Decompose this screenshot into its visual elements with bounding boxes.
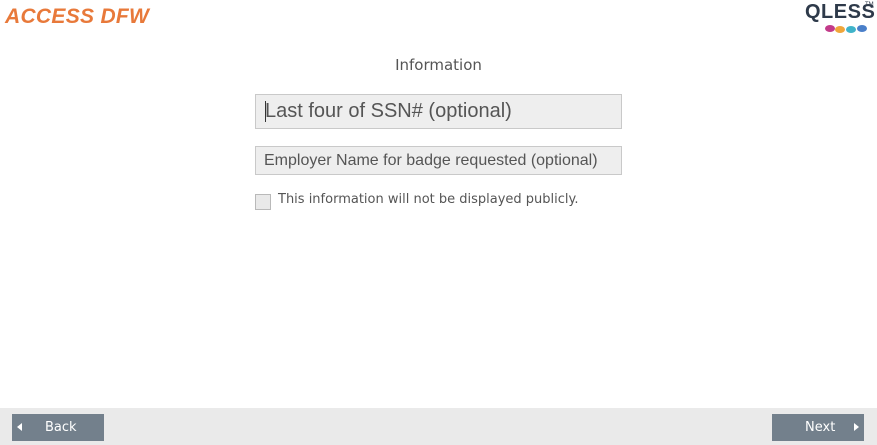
logo-dot bbox=[835, 26, 845, 33]
next-button-label: Next bbox=[805, 420, 836, 435]
app-brand-title: ACCESS DFW bbox=[5, 5, 150, 28]
logo-dot bbox=[857, 25, 867, 32]
back-button[interactable]: Back bbox=[12, 414, 104, 441]
section-title: Information bbox=[395, 56, 482, 74]
text-cursor bbox=[265, 101, 266, 122]
arrow-right-icon bbox=[854, 423, 859, 431]
privacy-checkbox[interactable] bbox=[255, 194, 271, 210]
next-button[interactable]: Next bbox=[772, 414, 864, 441]
logo-dot bbox=[825, 25, 835, 32]
back-button-label: Back bbox=[45, 420, 77, 435]
qless-logo: QLESS TM bbox=[803, 1, 875, 35]
footer-bar bbox=[0, 408, 877, 445]
qless-logo-trademark: TM bbox=[865, 2, 874, 8]
logo-dot bbox=[846, 26, 856, 33]
ssn-last-four-input[interactable] bbox=[255, 94, 622, 129]
privacy-checkbox-label: This information will not be displayed p… bbox=[278, 192, 579, 207]
employer-name-input[interactable] bbox=[255, 146, 622, 175]
arrow-left-icon bbox=[17, 423, 22, 431]
